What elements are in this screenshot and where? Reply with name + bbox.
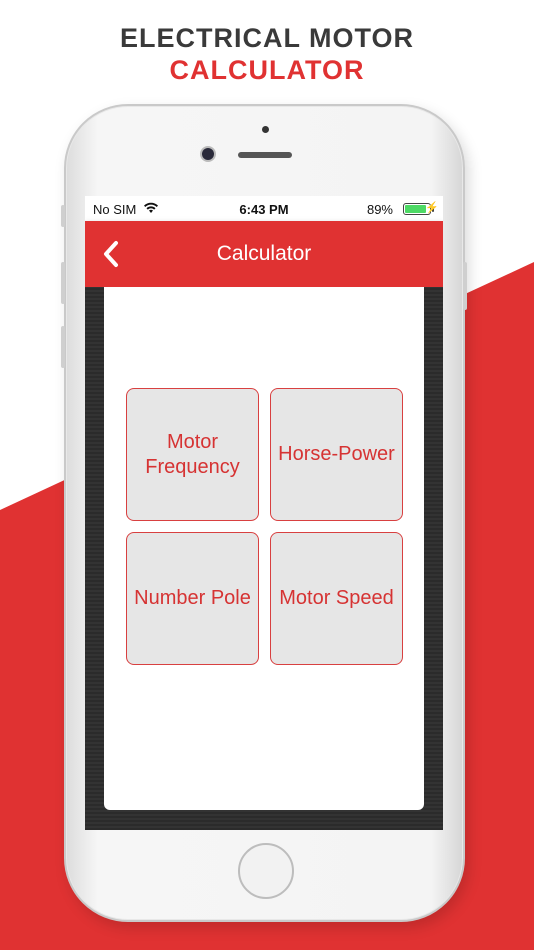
tile-label: Number Pole	[134, 587, 251, 609]
tile-label: Motor Frequency	[145, 430, 240, 478]
horse-power-button[interactable]: Horse-Power	[270, 388, 403, 521]
battery-percentage: 89%	[366, 202, 393, 217]
charging-bolt-icon: ⚡	[425, 202, 439, 214]
earpiece-speaker	[238, 152, 292, 158]
home-button[interactable]	[238, 843, 294, 899]
motor-frequency-button[interactable]: Motor Frequency	[126, 388, 259, 521]
power-button	[463, 262, 467, 310]
motor-speed-button[interactable]: Motor Speed	[270, 532, 403, 665]
volume-up-button	[61, 262, 65, 304]
front-camera	[202, 148, 214, 160]
phone-screen: No SIM 6:43 PM 89% ⚡ Calculator Motor Fr…	[85, 196, 443, 830]
tile-label: Horse-Power	[278, 443, 395, 465]
page-title: Calculator	[216, 242, 312, 265]
promo-title-line2: CALCULATOR	[169, 55, 365, 85]
app-bar: Calculator	[85, 221, 443, 287]
volume-down-button	[61, 326, 65, 368]
proximity-sensor	[262, 126, 269, 133]
promo-title: ELECTRICAL MOTOR CALCULATOR	[0, 22, 534, 86]
mute-switch	[61, 205, 65, 227]
battery-level-fill	[405, 205, 427, 213]
status-bar: No SIM 6:43 PM 89% ⚡	[85, 196, 443, 221]
promo-title-line1: ELECTRICAL MOTOR	[119, 23, 414, 53]
number-pole-button[interactable]: Number Pole	[126, 532, 259, 665]
tile-label: Motor Speed	[279, 587, 394, 609]
content-card: Motor Frequency Horse-Power Number Pole …	[104, 287, 424, 810]
